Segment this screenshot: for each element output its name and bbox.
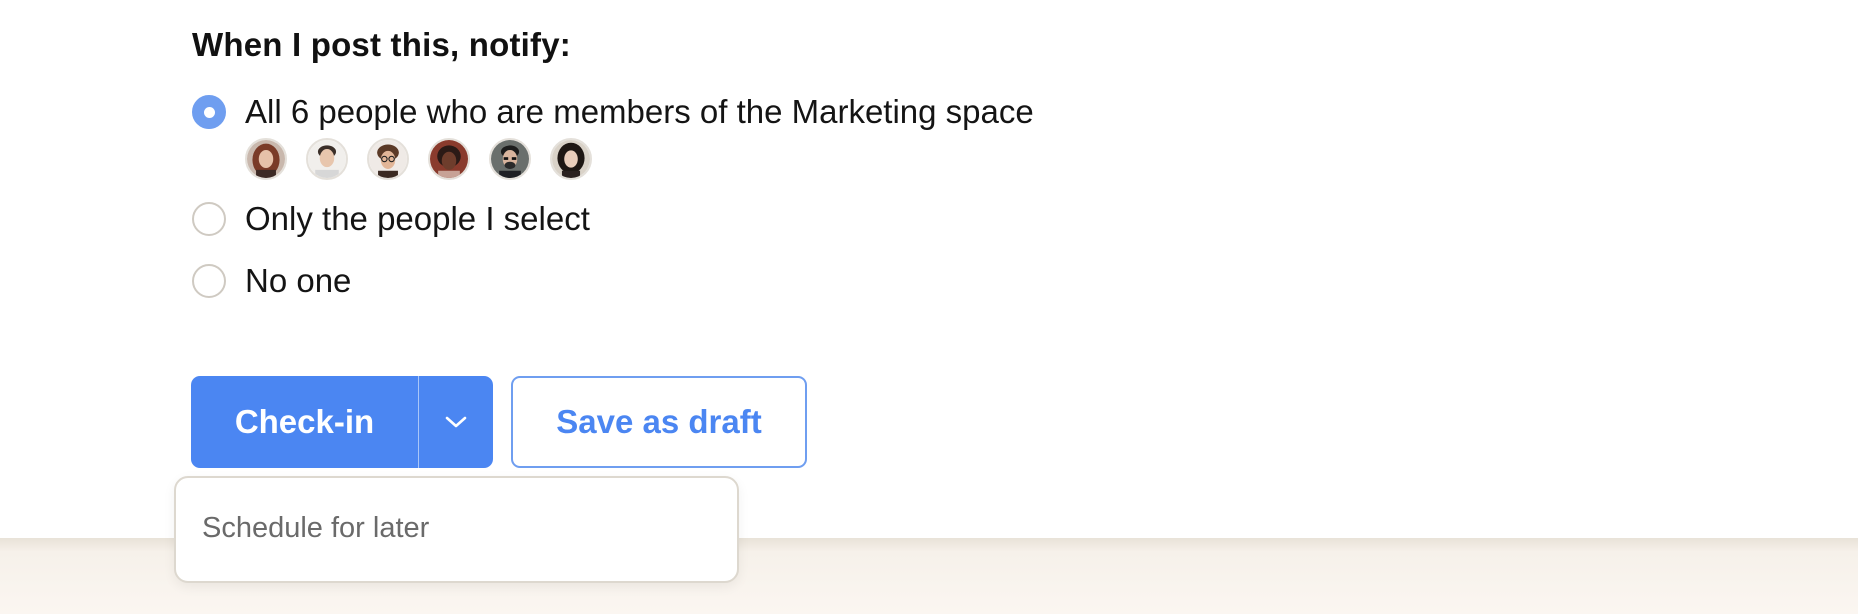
avatar — [245, 138, 287, 180]
avatar — [428, 138, 470, 180]
avatar-woman-red-hair-icon — [247, 140, 285, 178]
avatar-woman-dark-icon — [430, 140, 468, 178]
avatar-man-glasses-curly-icon — [369, 140, 407, 178]
page: When I post this, notify: All 6 people w… — [0, 0, 1858, 614]
member-avatars — [245, 138, 592, 180]
radio-label-select-people: Only the people I select — [245, 200, 590, 237]
avatar-man-light-icon — [308, 140, 346, 178]
content-card: When I post this, notify: All 6 people w… — [0, 0, 1858, 538]
radio-button[interactable] — [192, 264, 226, 298]
chevron-down-icon — [445, 416, 467, 428]
avatar-man-glasses-beard-icon — [491, 140, 529, 178]
checkin-button[interactable]: Check-in — [191, 376, 419, 468]
avatar — [550, 138, 592, 180]
avatar-woman-dark-hair-icon — [552, 140, 590, 178]
checkin-split-button: Check-in — [191, 376, 493, 468]
avatar — [306, 138, 348, 180]
menu-item-schedule-later[interactable]: Schedule for later — [202, 512, 429, 545]
radio-button[interactable] — [192, 202, 226, 236]
avatar — [367, 138, 409, 180]
save-draft-button[interactable]: Save as draft — [511, 376, 807, 468]
radio-label-all-members: All 6 people who are members of the Mark… — [245, 93, 1034, 130]
radio-label-no-one: No one — [245, 262, 352, 299]
checkin-options-button[interactable] — [419, 376, 493, 468]
notify-heading: When I post this, notify: — [192, 26, 571, 63]
avatar — [489, 138, 531, 180]
radio-button-checked[interactable] — [192, 95, 226, 129]
radio-option-no-one[interactable]: No one — [192, 262, 351, 300]
radio-option-all-members[interactable]: All 6 people who are members of the Mark… — [192, 93, 1034, 131]
checkin-dropdown-menu: Schedule for later — [174, 476, 739, 583]
radio-option-select-people[interactable]: Only the people I select — [192, 200, 590, 238]
